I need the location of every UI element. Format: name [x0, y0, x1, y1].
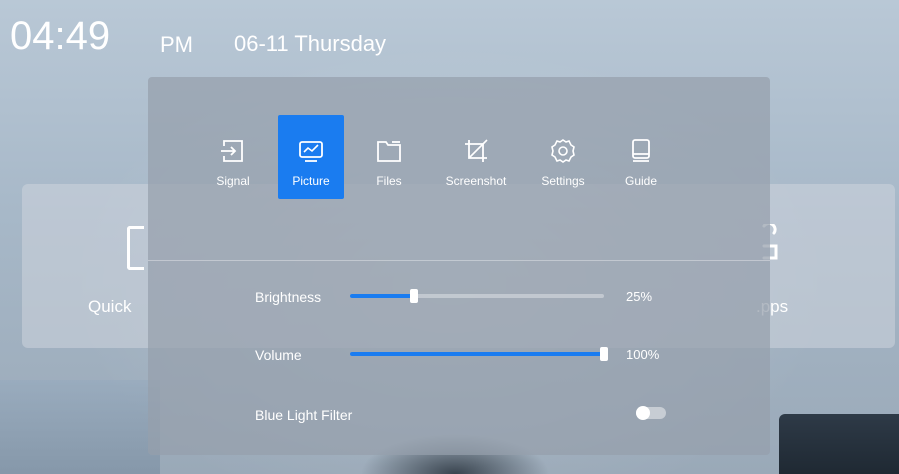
quick-app-icon[interactable] — [127, 226, 144, 270]
clock-time: 04:49 — [10, 14, 111, 58]
background-window — [0, 380, 160, 474]
screen: 04:49 PM 06-11 Thursday Quick .pps Signa… — [0, 0, 899, 474]
tab-guide[interactable]: Guide — [608, 115, 674, 199]
launcher-label-left[interactable]: Quick — [88, 297, 131, 317]
volume-value: 100% — [626, 347, 660, 362]
volume-label: Volume — [255, 347, 302, 363]
tab-files[interactable]: Files — [356, 115, 422, 199]
clock-date: 06-11 Thursday — [234, 31, 387, 56]
background-furniture — [779, 414, 899, 474]
tab-label: Guide — [624, 174, 658, 188]
folder-icon — [377, 141, 401, 162]
tab-bar: Signal Picture Files Screenshot Settings… — [200, 115, 686, 199]
volume-slider-handle[interactable] — [600, 347, 608, 361]
brightness-label: Brightness — [255, 289, 322, 305]
clock-ampm: PM — [160, 32, 193, 57]
settings-panel: Signal Picture Files Screenshot Settings… — [148, 77, 770, 455]
tab-label: Signal — [216, 174, 250, 188]
brightness-value: 25% — [626, 289, 653, 304]
panel-divider — [148, 260, 770, 261]
tab-picture[interactable]: Picture — [278, 115, 344, 199]
tab-label: Settings — [541, 174, 585, 188]
volume-slider[interactable] — [350, 347, 608, 361]
screenshot-icon — [465, 139, 488, 162]
tab-signal[interactable]: Signal — [200, 115, 266, 199]
blue-light-toggle-knob — [636, 406, 650, 420]
guide-icon — [632, 139, 650, 162]
signal-input-icon — [221, 140, 243, 162]
tab-label: Screenshot — [445, 174, 507, 188]
brightness-slider-fill — [350, 294, 414, 298]
blue-light-toggle[interactable] — [636, 406, 666, 420]
picture-icon — [299, 141, 323, 162]
gear-icon — [551, 139, 575, 163]
brightness-slider[interactable] — [350, 289, 604, 303]
tab-label: Picture — [292, 174, 330, 188]
blue-light-label: Blue Light Filter — [255, 407, 353, 423]
volume-slider-fill — [350, 352, 604, 356]
brightness-slider-handle[interactable] — [409, 289, 418, 303]
tab-settings[interactable]: Settings — [530, 115, 596, 199]
tab-screenshot[interactable]: Screenshot — [434, 115, 518, 199]
tab-label: Files — [376, 174, 402, 188]
